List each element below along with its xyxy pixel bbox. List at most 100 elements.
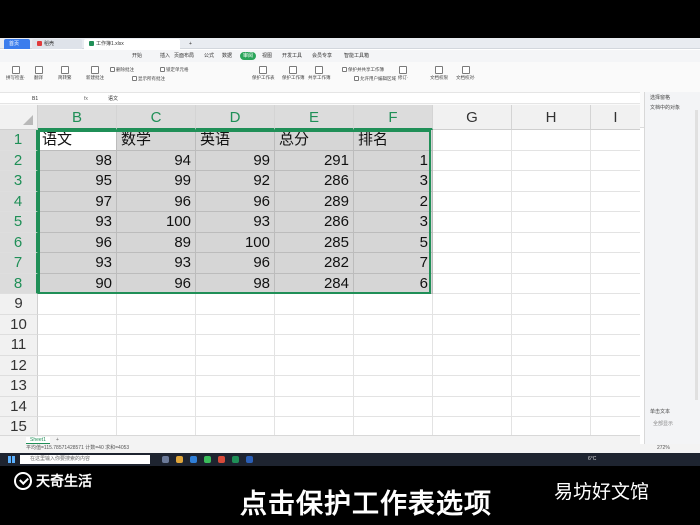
table-cell[interactable]: 100	[196, 232, 275, 253]
table-cell[interactable]	[196, 294, 275, 315]
table-cell[interactable]: 5	[354, 232, 433, 253]
menu-item[interactable]: 视图	[262, 52, 272, 60]
menu-item[interactable]: 开始	[132, 52, 142, 60]
table-cell[interactable]	[591, 253, 640, 274]
row-header[interactable]: 2	[0, 150, 38, 171]
table-cell[interactable]	[354, 417, 433, 435]
table-cell[interactable]	[512, 130, 591, 151]
column-header[interactable]: F	[354, 105, 433, 130]
table-cell[interactable]: 282	[275, 253, 354, 274]
ribbon-button[interactable]: 修订·	[398, 66, 409, 81]
fx-icon[interactable]: fx	[84, 95, 88, 103]
table-cell[interactable]	[512, 150, 591, 171]
table-cell[interactable]	[117, 355, 196, 376]
table-cell[interactable]	[591, 192, 640, 212]
row-header[interactable]: 4	[0, 191, 38, 212]
header-cell[interactable]: 语文	[38, 130, 117, 151]
table-cell[interactable]	[512, 314, 591, 335]
column-header[interactable]: G	[433, 105, 512, 130]
menu-item[interactable]: 公式	[204, 52, 214, 60]
table-cell[interactable]: 93	[38, 253, 117, 274]
ribbon-button[interactable]: 文档校对·	[456, 66, 476, 81]
table-cell[interactable]	[591, 212, 640, 233]
table-cell[interactable]: 98	[196, 273, 275, 294]
table-cell[interactable]: 98	[38, 150, 117, 171]
table-cell[interactable]: 93	[117, 253, 196, 274]
ribbon-button[interactable]: 显示所有批注	[132, 76, 165, 82]
table-cell[interactable]	[591, 274, 640, 294]
table-cell[interactable]	[591, 130, 640, 151]
ribbon-button[interactable]: 保护工作表	[252, 66, 275, 81]
column-header[interactable]: C	[117, 105, 196, 130]
table-cell[interactable]: 1	[354, 150, 433, 171]
table-cell[interactable]: 96	[38, 232, 117, 253]
table-cell[interactable]	[433, 376, 512, 397]
task-view-icon[interactable]	[162, 456, 169, 463]
table-cell[interactable]	[433, 417, 512, 435]
table-cell[interactable]	[275, 314, 354, 335]
table-cell[interactable]	[196, 396, 275, 417]
row-header[interactable]: 13	[0, 376, 38, 397]
column-header[interactable]: H	[512, 105, 591, 130]
table-cell[interactable]	[38, 396, 117, 417]
table-cell[interactable]	[117, 335, 196, 356]
table-cell[interactable]: 97	[38, 191, 117, 212]
table-cell[interactable]: 6	[354, 273, 433, 294]
column-header[interactable]: E	[275, 105, 354, 130]
row-header[interactable]: 14	[0, 396, 38, 417]
menu-item[interactable]: 会员专享	[312, 52, 332, 60]
table-cell[interactable]	[591, 376, 640, 397]
menu-item[interactable]: 页面布局	[174, 52, 194, 60]
table-cell[interactable]	[38, 355, 117, 376]
table-cell[interactable]	[275, 294, 354, 315]
header-cell[interactable]: 排名	[354, 130, 433, 151]
table-cell[interactable]	[117, 376, 196, 397]
show-all-button[interactable]: 全部显示	[653, 420, 673, 427]
selection-pane-item[interactable]: 文档中的对象	[650, 104, 680, 111]
table-cell[interactable]	[196, 376, 275, 397]
ribbon-button[interactable]: 锁定单元格	[160, 67, 189, 73]
table-cell[interactable]	[196, 355, 275, 376]
table-cell[interactable]	[433, 253, 512, 274]
zoom-level[interactable]: 272%	[657, 445, 670, 452]
table-cell[interactable]: 289	[275, 191, 354, 212]
chrome-icon[interactable]	[204, 456, 211, 463]
column-header[interactable]: I	[591, 105, 640, 130]
menu-item[interactable]: 开发工具	[282, 52, 302, 60]
table-cell[interactable]	[38, 294, 117, 315]
table-cell[interactable]	[591, 417, 640, 435]
table-cell[interactable]	[196, 417, 275, 435]
table-cell[interactable]	[433, 314, 512, 335]
weather-readout[interactable]: 6°C	[588, 456, 596, 463]
table-cell[interactable]: 2	[354, 191, 433, 212]
table-cell[interactable]	[433, 355, 512, 376]
table-cell[interactable]	[275, 335, 354, 356]
table-cell[interactable]	[591, 233, 640, 253]
table-cell[interactable]: 286	[275, 171, 354, 192]
wps-taskbar-icon[interactable]	[218, 456, 225, 463]
table-cell[interactable]: 96	[196, 253, 275, 274]
tab-wps[interactable]: 稻壳	[32, 39, 82, 49]
file-explorer-icon[interactable]	[176, 456, 183, 463]
table-cell[interactable]	[433, 273, 512, 294]
table-cell[interactable]: 90	[38, 273, 117, 294]
row-header[interactable]: 10	[0, 314, 38, 335]
table-cell[interactable]	[512, 232, 591, 253]
edge-icon[interactable]	[190, 456, 197, 463]
ribbon-button[interactable]: 新建批注	[86, 66, 104, 81]
table-cell[interactable]	[433, 171, 512, 192]
windows-start-icon[interactable]	[8, 456, 15, 463]
tab-home[interactable]: 首页	[4, 39, 30, 49]
taskbar-search-input[interactable]: 在这里输入你要搜索的内容	[20, 455, 150, 464]
table-cell[interactable]	[433, 294, 512, 315]
header-cell[interactable]: 总分	[275, 130, 354, 151]
table-cell[interactable]	[433, 150, 512, 171]
header-cell[interactable]: 英语	[196, 130, 275, 151]
row-header[interactable]: 3	[0, 171, 38, 192]
table-cell[interactable]	[512, 253, 591, 274]
table-cell[interactable]	[433, 212, 512, 233]
sheet-tab[interactable]: Sheet1	[26, 437, 50, 444]
table-cell[interactable]	[433, 130, 512, 151]
column-header[interactable]: B	[38, 105, 117, 130]
table-cell[interactable]	[591, 356, 640, 376]
